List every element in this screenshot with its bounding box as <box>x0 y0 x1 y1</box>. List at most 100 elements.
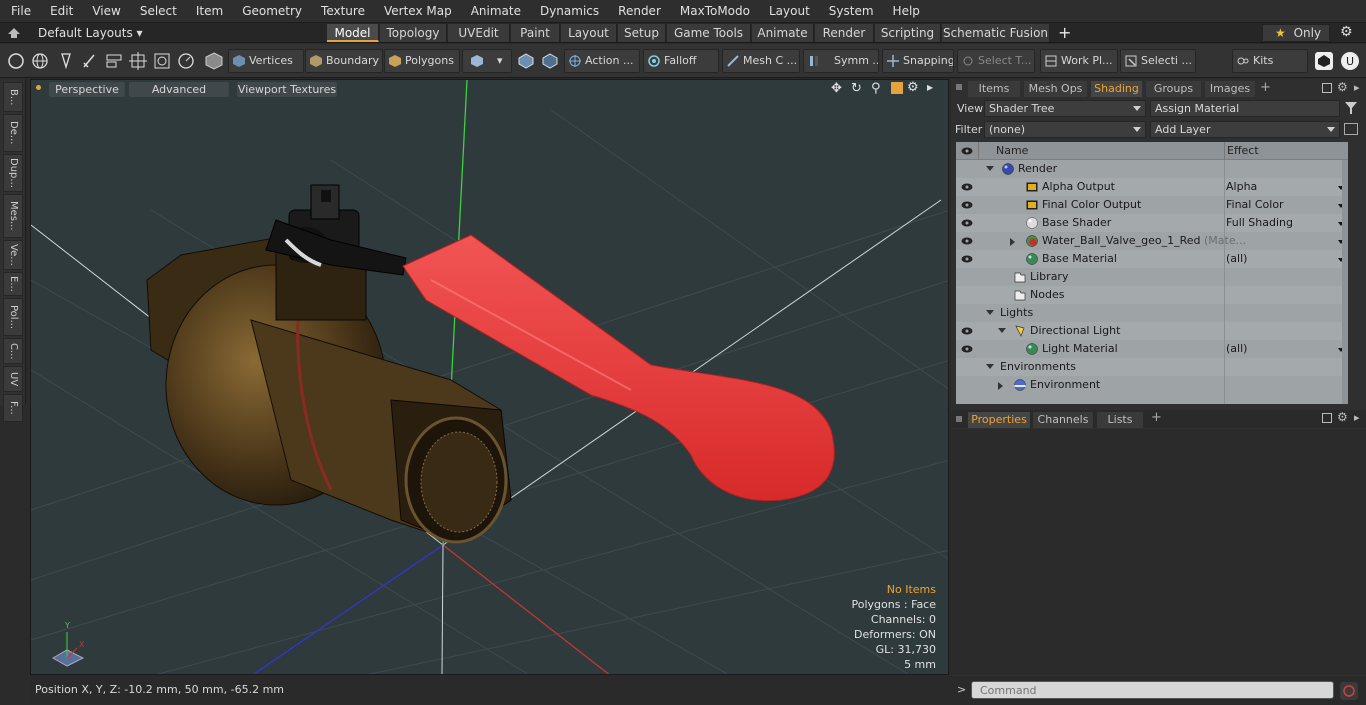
vertices-button[interactable]: Vertices <box>228 49 304 73</box>
menu-select[interactable]: Select <box>129 4 185 18</box>
tree-item-effect[interactable]: Full Shading <box>1226 214 1293 232</box>
layout-tab-scripting[interactable]: Scripting <box>875 24 941 42</box>
chevron-right-icon[interactable]: ▸ <box>1354 411 1360 424</box>
tree-item-effect[interactable]: Final Color <box>1226 196 1284 214</box>
rp-maximize-icon[interactable] <box>1322 83 1332 93</box>
panel-menu-icon[interactable] <box>956 416 962 422</box>
menu-view[interactable]: View <box>81 4 128 18</box>
tree-row[interactable]: Light Material (all) <box>956 340 1348 358</box>
tree-item-effect[interactable]: (all) <box>1226 340 1247 358</box>
shader-tree[interactable]: Name Effect Render Alpha Output Alpha Final… <box>956 142 1348 404</box>
add-tab-button[interactable]: + <box>1151 410 1162 425</box>
tree-row[interactable]: Environment <box>956 376 1348 394</box>
add-tab-button[interactable]: + <box>1058 23 1071 42</box>
shield-alt-icon[interactable] <box>540 51 560 71</box>
select-through-button[interactable]: Select T... <box>957 49 1035 73</box>
command-input[interactable] <box>971 681 1334 699</box>
gear-icon[interactable]: ⚙ <box>907 80 919 95</box>
shield-icon[interactable] <box>516 51 536 71</box>
tree-item-effect[interactable]: (all) <box>1226 250 1247 268</box>
unity-icon[interactable] <box>1314 51 1334 71</box>
bottom-tab-lists[interactable]: Lists <box>1097 412 1143 428</box>
view-select[interactable]: Shader Tree <box>984 100 1146 117</box>
tree-row[interactable]: Library <box>956 268 1348 286</box>
panel-tab-images[interactable]: Images <box>1205 81 1255 97</box>
brush-icon[interactable] <box>80 51 100 71</box>
snap-square-icon[interactable] <box>152 51 172 71</box>
record-icon[interactable] <box>1340 682 1358 700</box>
menu-layout[interactable]: Layout <box>758 4 818 18</box>
tree-row[interactable]: Water_Ball_Valve_geo_1_Red (Mate... <box>956 232 1348 250</box>
bottom-tab-properties[interactable]: Properties <box>968 412 1030 428</box>
eye-icon[interactable] <box>961 237 973 245</box>
menu-animate[interactable]: Animate <box>460 4 529 18</box>
left-tab-4[interactable]: Ve... <box>3 240 23 270</box>
layout-tab-schematic-fusion[interactable]: Schematic Fusion <box>942 24 1050 42</box>
filter-select[interactable]: (none) <box>984 121 1146 138</box>
selection-sets-button[interactable]: Selecti ... <box>1120 49 1196 73</box>
action-center-button[interactable]: Action ... <box>564 49 640 73</box>
layout-tab-animate[interactable]: Animate <box>752 24 814 42</box>
panel-tab-shading[interactable]: Shading <box>1091 81 1142 97</box>
layout-tab-layout[interactable]: Layout <box>561 24 617 42</box>
clock-icon[interactable] <box>176 51 196 71</box>
layout-tab-uvedit[interactable]: UVEdit <box>448 24 510 42</box>
boundary-button[interactable]: Boundary <box>305 49 383 73</box>
left-tab-1[interactable]: De... <box>3 114 23 152</box>
expand-arrow-down-icon[interactable] <box>998 328 1006 333</box>
left-tab-7[interactable]: C... <box>3 338 23 364</box>
globe-icon[interactable] <box>30 51 50 71</box>
expand-arrow-right-icon[interactable] <box>998 382 1003 390</box>
layout-tab-topology[interactable]: Topology <box>380 24 447 42</box>
tree-row[interactable]: Final Color Output Final Color <box>956 196 1348 214</box>
gear-icon[interactable]: ⚙ <box>1337 80 1348 94</box>
eye-icon[interactable] <box>961 219 973 227</box>
circle-select-icon[interactable] <box>6 51 26 71</box>
add-layer-select[interactable]: Add Layer <box>1150 121 1340 138</box>
tree-item-effect[interactable]: Alpha <box>1226 178 1257 196</box>
panel-tab-mesh-ops[interactable]: Mesh Ops <box>1024 81 1087 97</box>
left-tab-5[interactable]: E... <box>3 272 23 296</box>
panel-menu-icon[interactable] <box>956 84 962 90</box>
maximize-view-icon[interactable] <box>891 82 903 94</box>
snapping-button[interactable]: Snapping <box>882 49 954 73</box>
menu-maxtomodo[interactable]: MaxToModo <box>669 4 758 18</box>
only-toggle[interactable]: ★ Only <box>1262 24 1330 42</box>
tree-row[interactable]: Alpha Output Alpha <box>956 178 1348 196</box>
gear-icon[interactable]: ⚙ <box>1340 24 1353 40</box>
symmetry-button[interactable]: Symm ... <box>803 49 879 73</box>
viewport-menu-dot[interactable] <box>36 85 41 90</box>
filter-funnel-icon[interactable] <box>1344 101 1358 115</box>
layout-home-icon[interactable] <box>8 28 20 38</box>
rotate-view-icon[interactable]: ↻ <box>851 81 862 96</box>
assign-material-button[interactable]: Assign Material <box>1150 100 1340 117</box>
advanced-tab[interactable]: Advanced <box>129 82 229 97</box>
tree-row[interactable]: Directional Light <box>956 322 1348 340</box>
menu-system[interactable]: System <box>818 4 882 18</box>
menu-dynamics[interactable]: Dynamics <box>529 4 607 18</box>
tree-row[interactable]: Render <box>956 160 1348 178</box>
left-tab-2[interactable]: Dup... <box>3 154 23 192</box>
item-mode-icon[interactable] <box>204 51 224 71</box>
tree-row[interactable]: Base Shader Full Shading <box>956 214 1348 232</box>
layout-tab-model[interactable]: Model <box>327 24 379 42</box>
layout-tab-setup[interactable]: Setup <box>618 24 666 42</box>
panel-tab-groups[interactable]: Groups <box>1146 81 1201 97</box>
bottom-tab-channels[interactable]: Channels <box>1033 412 1093 428</box>
menu-edit[interactable]: Edit <box>39 4 81 18</box>
eye-icon[interactable] <box>961 201 973 209</box>
menu-texture[interactable]: Texture <box>310 4 373 18</box>
add-tab-button[interactable]: + <box>1260 80 1271 95</box>
chevron-right-icon[interactable]: ▸ <box>1354 81 1360 94</box>
menu-vertex-map[interactable]: Vertex Map <box>373 4 460 18</box>
zoom-view-icon[interactable]: ⚲ <box>871 81 881 96</box>
menu-render[interactable]: Render <box>607 4 669 18</box>
menu-help[interactable]: Help <box>882 4 928 18</box>
list-options-icon[interactable] <box>1344 123 1358 135</box>
left-tab-3[interactable]: Mes... <box>3 194 23 238</box>
tree-row[interactable]: Nodes <box>956 286 1348 304</box>
center-icon[interactable] <box>128 51 148 71</box>
unreal-icon[interactable]: U <box>1340 51 1360 71</box>
left-tab-8[interactable]: UV <box>3 366 23 392</box>
menu-item[interactable]: Item <box>185 4 231 18</box>
